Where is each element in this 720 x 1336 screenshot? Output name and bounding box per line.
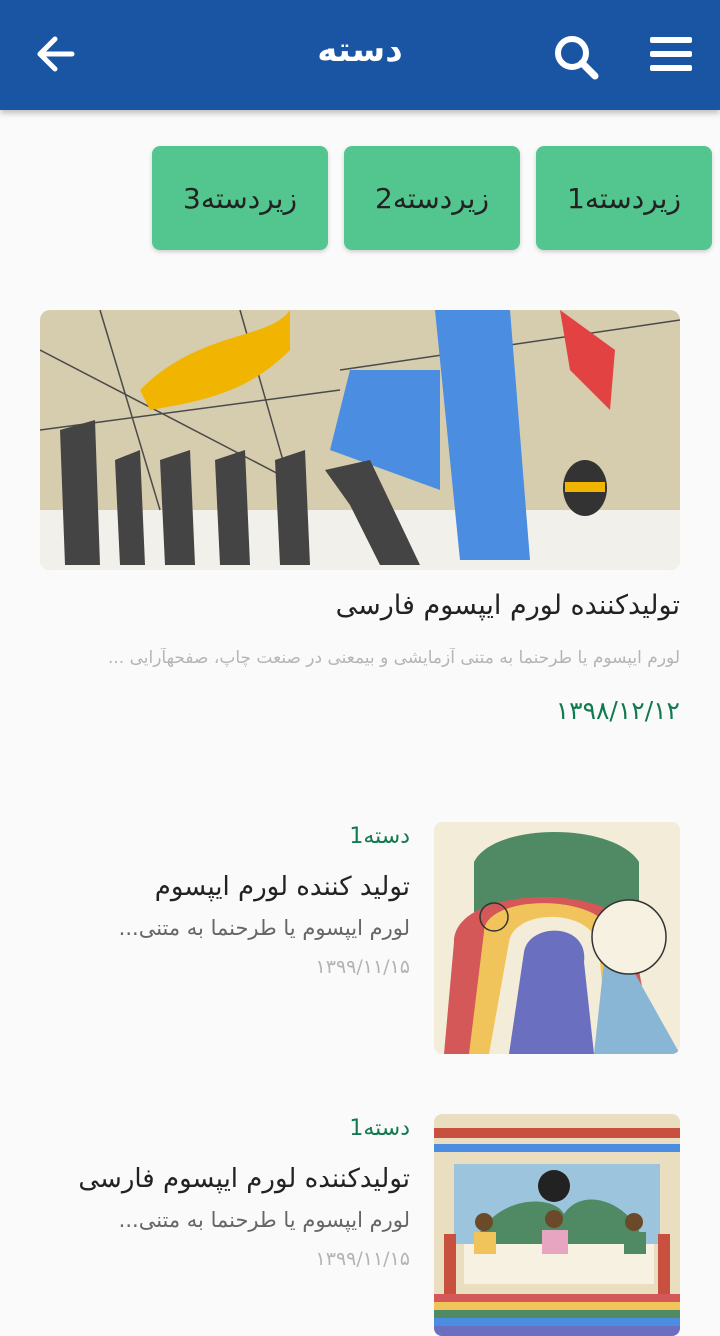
featured-article-description: لورم ایپسوم یا طرحنما به متنی آزمایشی و …: [107, 648, 680, 668]
article-date: ۱۳۹۹/۱۱/۱۵: [315, 956, 410, 978]
article-date: ۱۳۹۹/۱۱/۱۵: [315, 1248, 410, 1270]
menu-button[interactable]: [648, 34, 694, 74]
article-category[interactable]: دسته1: [40, 1116, 410, 1152]
hamburger-menu-icon: [650, 37, 692, 71]
article-category[interactable]: دسته1: [40, 824, 410, 860]
article-title[interactable]: تولید کننده لورم ایپسوم: [40, 872, 410, 902]
subcategory-chip-1[interactable]: زیردسته1: [536, 146, 712, 250]
article-description: لورم ایپسوم یا طرحنما به متنی...: [118, 1208, 410, 1232]
article-image[interactable]: [434, 1114, 680, 1336]
article-card[interactable]: دسته1 تولیدکننده لورم ایپسوم فارسی لورم …: [40, 1116, 410, 1270]
article-description: لورم ایپسوم یا طرحنما به متنی...: [118, 916, 410, 940]
page-title: دسته: [317, 30, 403, 70]
subcategory-chip-2[interactable]: زیردسته2: [344, 146, 520, 250]
featured-article-image[interactable]: [40, 310, 680, 570]
search-button[interactable]: [550, 32, 602, 82]
app-bar: دسته: [0, 0, 720, 110]
article-image[interactable]: [434, 822, 680, 1054]
article-title[interactable]: تولیدکننده لورم ایپسوم فارسی: [40, 1164, 410, 1194]
featured-article-date: ۱۳۹۸/۱۲/۱۲: [555, 696, 680, 725]
article-card[interactable]: دسته1 تولید کننده لورم ایپسوم لورم ایپسو…: [40, 824, 410, 978]
featured-article-title[interactable]: تولیدکننده لورم ایپسوم فارسی: [40, 590, 680, 621]
subcategory-chip-3[interactable]: زیردسته3: [152, 146, 328, 250]
search-icon: [555, 36, 599, 80]
